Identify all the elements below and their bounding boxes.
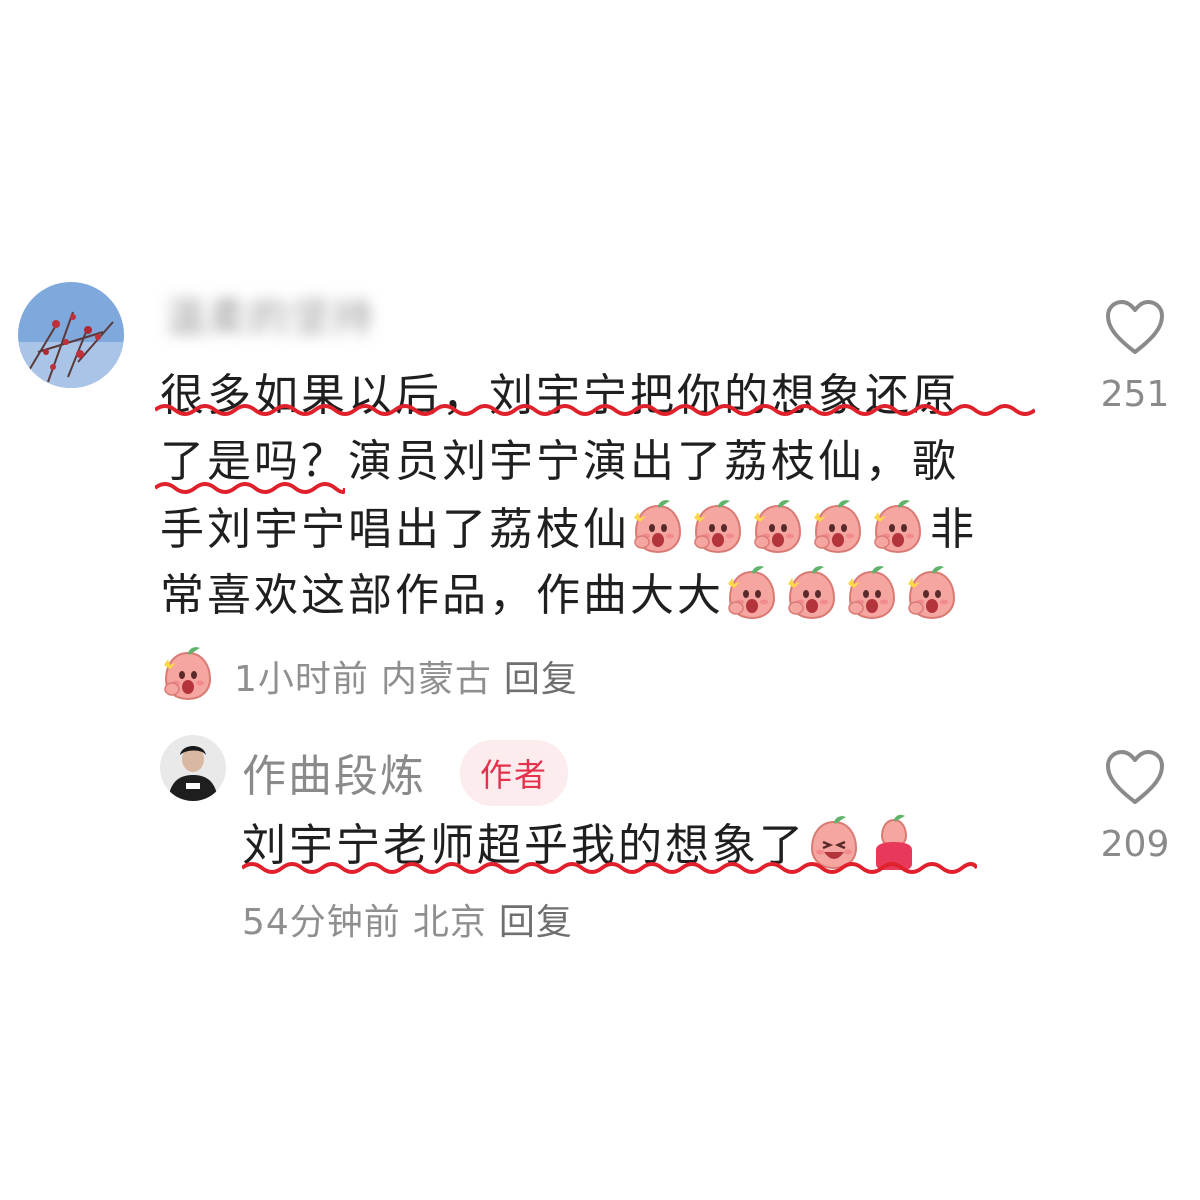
like-count: 209 <box>1100 824 1170 865</box>
like-button[interactable]: 209 <box>1100 748 1170 865</box>
peach-surprised-emoji <box>693 499 741 553</box>
like-count: 251 <box>1100 374 1170 415</box>
red-underline <box>242 862 977 874</box>
user-avatar[interactable] <box>18 282 124 388</box>
peach-surprised-emoji <box>163 646 211 700</box>
comment-text-segment: 常喜欢这部作品，作曲大大 <box>160 570 724 621</box>
peach-surprised-emoji <box>727 565 775 619</box>
username[interactable]: 温柔的坚持 <box>165 285 375 343</box>
reply-button[interactable]: 回复 <box>504 659 578 700</box>
comment-time: 54分钟前 <box>242 902 401 943</box>
reply-button[interactable]: 回复 <box>499 902 573 943</box>
username[interactable]: 作曲段炼 <box>242 740 426 804</box>
comment-location: 北京 <box>412 902 487 943</box>
peach-surprised-emoji <box>907 565 955 619</box>
comment-location: 内蒙古 <box>380 659 492 700</box>
heart-outline-icon <box>1106 750 1164 804</box>
peach-surprised-emoji <box>633 499 681 553</box>
comment-text-line-4: 常喜欢这部作品，作曲大大 <box>160 564 964 626</box>
peach-surprised-emoji <box>787 565 835 619</box>
red-underline <box>155 482 345 494</box>
peach-surprised-emoji <box>753 499 801 553</box>
author-badge: 作者 <box>460 740 569 806</box>
comment-meta: 1小时前 内蒙古 回复 <box>160 645 578 702</box>
user-avatar[interactable] <box>160 735 226 801</box>
heart-outline-icon <box>1106 300 1164 354</box>
peach-surprised-emoji <box>847 565 895 619</box>
comment-text-segment: 手刘宇宁唱出了荔枝仙 <box>160 504 630 555</box>
comment-text-line-3: 手刘宇宁唱出了荔枝仙 非 <box>160 498 977 560</box>
peach-surprised-emoji <box>813 499 861 553</box>
peach-surprised-emoji <box>873 499 921 553</box>
comment-text-segment: 非 <box>930 504 977 555</box>
like-button[interactable]: 251 <box>1100 298 1170 415</box>
comment-time: 1小时前 <box>234 659 369 700</box>
comment-meta: 54分钟前 北京 回复 <box>242 893 573 945</box>
red-underline <box>155 404 1035 416</box>
